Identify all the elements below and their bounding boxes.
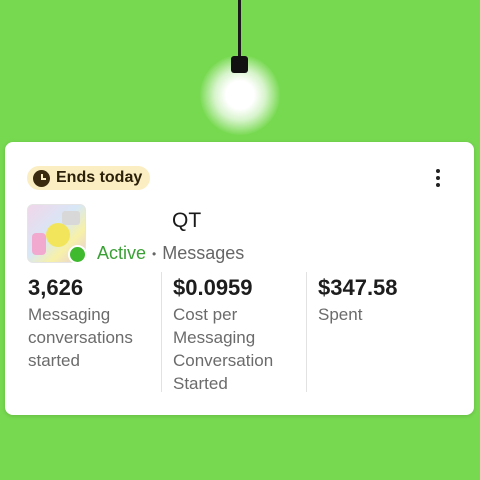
metric-value: $347.58 (318, 275, 398, 300)
thumbnail-art (32, 233, 46, 255)
more-vertical-icon-dot (436, 176, 440, 180)
more-options-button[interactable] (428, 166, 448, 190)
metric-label: Messaging conversations started (28, 305, 133, 370)
more-vertical-icon-dot (436, 183, 440, 187)
clock-icon (33, 169, 50, 187)
active-status-dot (68, 245, 87, 264)
lightbulb-cord (238, 0, 241, 58)
metric-spent: $347.58 Spent (318, 275, 458, 326)
metric-value: $0.0959 (173, 275, 253, 300)
ad-status: Active (97, 243, 147, 263)
footer-banner (0, 422, 480, 480)
ends-today-badge: Ends today (27, 166, 151, 190)
metric-label: Spent (318, 305, 363, 324)
metric-divider (306, 272, 307, 392)
ad-name[interactable]: QT (172, 209, 201, 233)
metric-divider (161, 272, 162, 392)
ad-status-line: Active • Messages (97, 243, 244, 264)
thumbnail-art (62, 211, 80, 225)
thumbnail-art (46, 223, 70, 247)
more-vertical-icon (436, 169, 440, 173)
metric-conversations: 3,626 Messaging conversations started (28, 275, 156, 372)
metric-cost-per-conversation: $0.0959 Cost per Messaging Conversation … (173, 275, 301, 395)
metric-label: Cost per Messaging Conversation Started (173, 305, 274, 393)
badge-label: Ends today (56, 169, 143, 186)
lightbulb-icon (231, 56, 248, 73)
metric-value: 3,626 (28, 275, 84, 300)
ad-objective: Messages (162, 243, 245, 263)
header-banner (0, 0, 480, 140)
separator-dot: • (152, 247, 157, 262)
